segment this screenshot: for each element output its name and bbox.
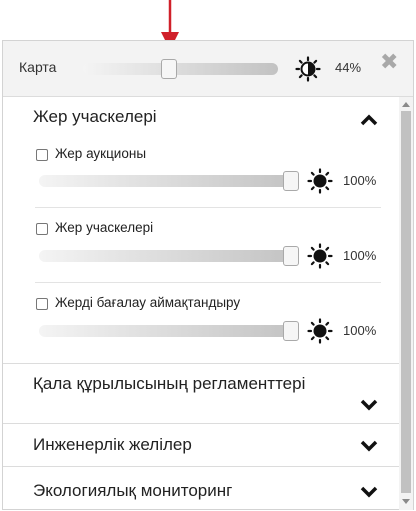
layer-opacity-slider[interactable]: [39, 321, 299, 341]
section-title: Қала құрылысының регламенттері: [33, 374, 306, 393]
section-divider: [3, 466, 399, 467]
scroll-up-icon[interactable]: [402, 101, 410, 107]
layer-opacity-slider[interactable]: [39, 246, 299, 266]
map-opacity-header: Карта 44% ✖: [3, 41, 413, 97]
layer-opacity-value: 100%: [343, 248, 377, 263]
sun-icon: [307, 243, 333, 269]
sun-icon: [307, 168, 333, 194]
layer-label: Жер аукционы: [55, 146, 147, 161]
layer-label: Жерді бағалау аймақтандыру: [55, 295, 241, 310]
section-divider: [3, 363, 399, 364]
map-opacity-slider[interactable]: [83, 59, 278, 79]
sun-icon: [307, 318, 333, 344]
close-icon[interactable]: ✖: [380, 51, 398, 73]
chevron-up-icon[interactable]: [359, 113, 379, 127]
map-opacity-slider-thumb[interactable]: [161, 59, 177, 79]
layer-opacity-slider-thumb[interactable]: [283, 321, 299, 341]
section-divider: [3, 423, 399, 424]
map-opacity-value: 44%: [335, 60, 362, 75]
scrollbar[interactable]: [399, 97, 413, 510]
layers-panel: Карта 44% ✖ Жер учаскелері Жер аукционы: [2, 40, 414, 510]
section-title: Инженерлік желілер: [33, 435, 192, 454]
layer-label: Жер учаскелері: [55, 220, 154, 235]
layer-checkbox[interactable]: [36, 149, 48, 161]
divider: [35, 207, 381, 208]
section-title: Жер учаскелері: [33, 107, 157, 126]
layer-opacity-value: 100%: [343, 323, 377, 338]
layer-opacity-slider[interactable]: [39, 171, 299, 191]
layer-checkbox[interactable]: [36, 298, 48, 310]
layer-checkbox[interactable]: [36, 223, 48, 235]
layer-opacity-slider-thumb[interactable]: [283, 171, 299, 191]
layer-opacity-slider-thumb[interactable]: [283, 246, 299, 266]
scroll-down-icon[interactable]: [402, 499, 410, 505]
sun-icon: [295, 56, 321, 82]
divider: [35, 282, 381, 283]
chevron-down-icon[interactable]: [359, 439, 379, 453]
layer-opacity-value: 100%: [343, 173, 377, 188]
chevron-down-icon[interactable]: [359, 398, 379, 412]
map-label: Карта: [19, 59, 57, 75]
chevron-down-icon[interactable]: [359, 485, 379, 499]
scrollbar-thumb[interactable]: [401, 111, 411, 493]
section-title: Экологиялық мониторинг: [33, 481, 233, 500]
